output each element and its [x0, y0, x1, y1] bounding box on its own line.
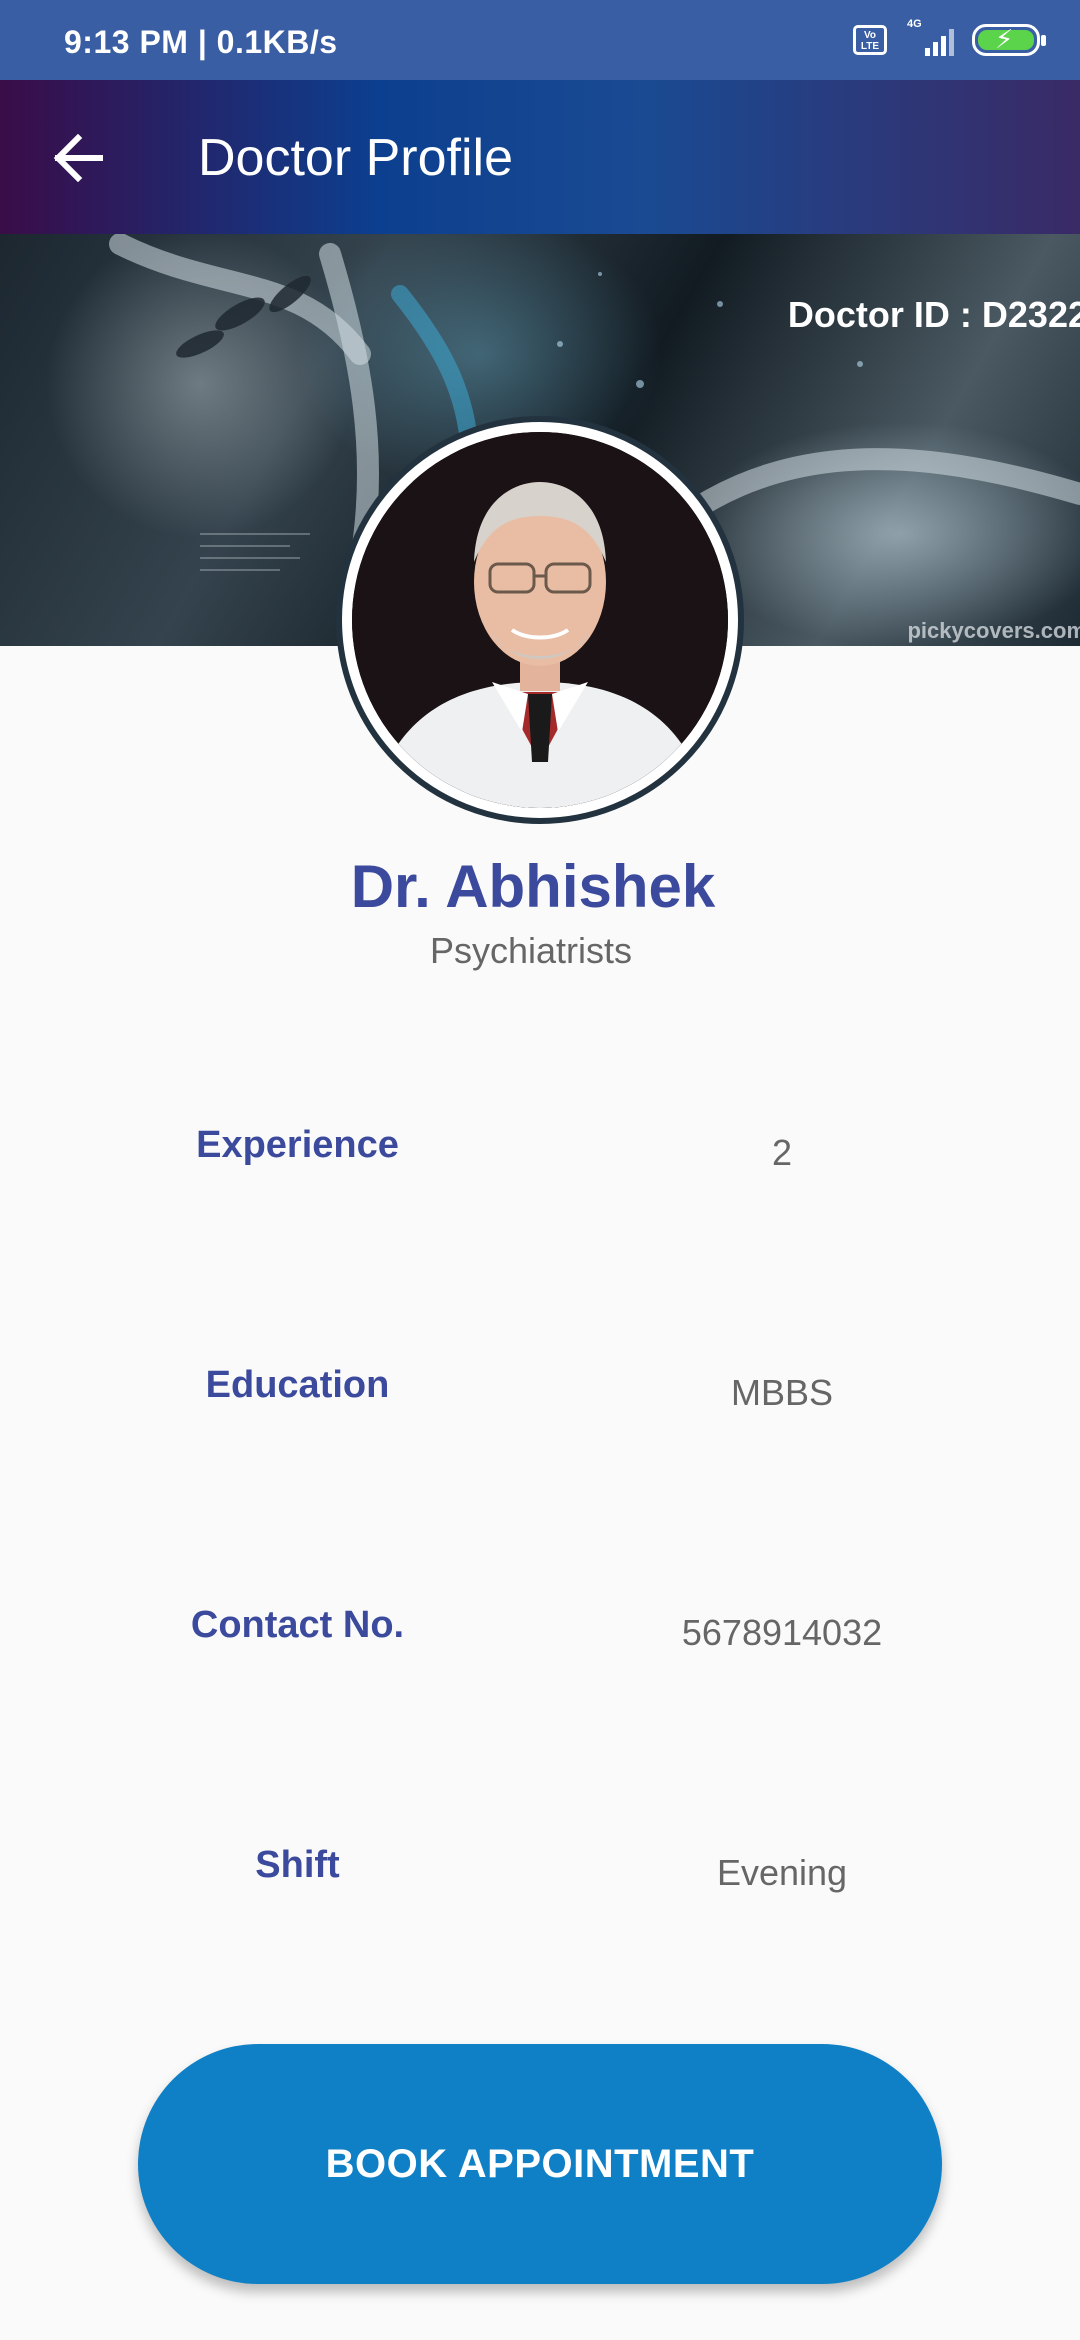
signal-icon: 4G	[905, 18, 954, 56]
avatar	[336, 416, 744, 824]
contact-value: 5678914032	[681, 1612, 883, 1653]
page-title: Doctor Profile	[198, 129, 513, 187]
contact-row: Contact No. 5678914032	[0, 1604, 1080, 1664]
shift-row: Shift Evening	[0, 1844, 1080, 1904]
app-bar: Doctor Profile	[0, 80, 1080, 234]
experience-row: Experience 2	[0, 1124, 1080, 1184]
status-time: 9:13 PM | 0.1KB/s	[64, 24, 338, 60]
status-icons: Vo LTE 4G ⚡	[853, 18, 1046, 58]
volte-icon: Vo LTE	[853, 25, 887, 55]
contact-label: Contact No.	[190, 1604, 405, 1646]
back-button[interactable]	[40, 120, 116, 196]
book-appointment-button[interactable]: BOOK APPOINTMENT	[138, 2044, 942, 2284]
network-type-label: 4G	[907, 18, 922, 30]
education-value: MBBS	[730, 1372, 834, 1413]
arrow-left-icon	[53, 134, 103, 182]
doctor-name: Dr. Abhishek	[350, 853, 716, 920]
education-row: Education MBBS	[0, 1364, 1080, 1424]
education-label: Education	[205, 1364, 390, 1406]
experience-label: Experience	[196, 1124, 399, 1166]
experience-value: 2	[771, 1132, 793, 1173]
shift-label: Shift	[255, 1844, 340, 1886]
doctor-specialty: Psychiatrists	[429, 930, 633, 971]
status-bar: 9:13 PM | 0.1KB/s Vo LTE 4G ⚡	[0, 0, 1080, 80]
doctor-photo	[352, 432, 728, 808]
battery-charging-icon: ⚡	[972, 24, 1046, 56]
banner-watermark: pickycovers.com	[907, 618, 1080, 643]
doctor-id: Doctor ID : D2322	[787, 294, 1080, 335]
shift-value: Evening	[716, 1852, 848, 1893]
